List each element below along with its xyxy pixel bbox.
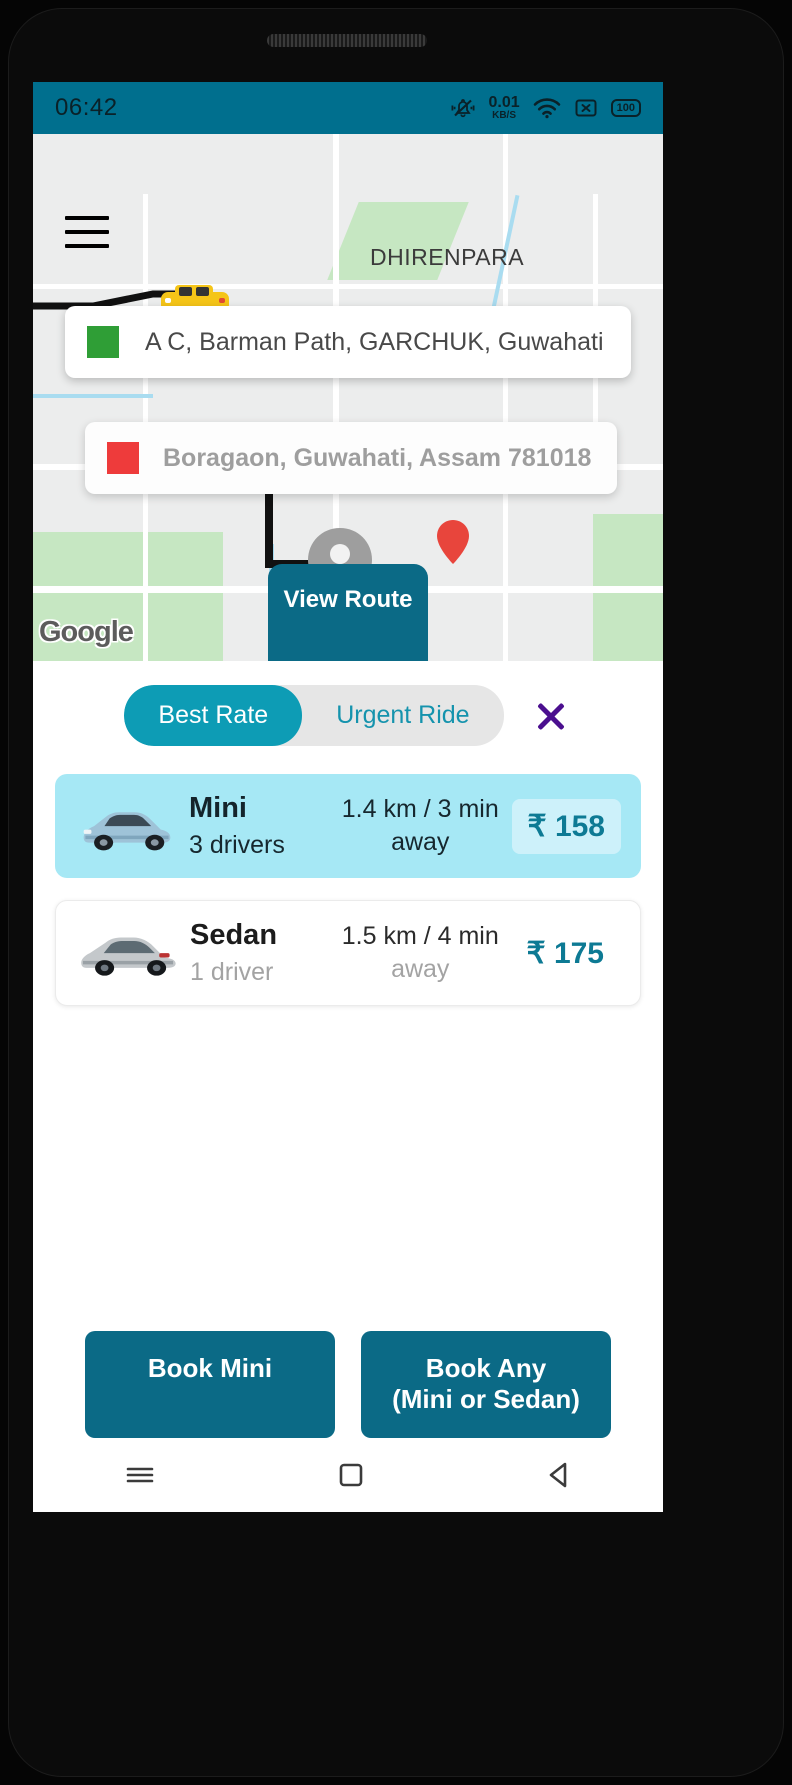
booking-actions-row: Book Mini Book Any (Mini or Sedan)	[33, 1330, 663, 1438]
ride-name-column: Sedan 1 driver	[180, 919, 330, 987]
menu-button[interactable]	[65, 216, 109, 248]
pickup-address-card[interactable]: A C, Barman Path, GARCHUK, Guwahati	[65, 306, 631, 378]
map-road	[503, 134, 508, 661]
ride-eta-column: 1.5 km / 4 min away	[330, 922, 511, 984]
destination-marker-icon	[107, 442, 139, 474]
ride-price: ₹ 175	[526, 936, 604, 970]
map-water	[33, 394, 153, 398]
ride-options-list: Mini 3 drivers 1.4 km / 3 min away ₹ 158	[33, 746, 663, 1006]
ride-driver-count: 1 driver	[190, 958, 274, 986]
hamburger-bar	[65, 230, 109, 234]
map-area[interactable]: DHIRENPARA GARCHUK A C, Bar	[33, 134, 663, 661]
rate-mode-toggle: Best Rate Urgent Ride	[124, 685, 504, 746]
book-any-label-line1: Book Any	[425, 1352, 547, 1383]
destination-address-text: Boragaon, Guwahati, Assam 781018	[163, 444, 592, 472]
tab-best-rate[interactable]: Best Rate	[124, 685, 303, 746]
silent-bell-icon	[451, 99, 474, 118]
ride-price: ₹ 158	[511, 798, 621, 854]
ride-name: Sedan	[190, 919, 278, 951]
google-attribution-logo: Google	[39, 616, 134, 648]
ride-option-sedan[interactable]: Sedan 1 driver 1.5 km / 4 min away ₹ 175	[55, 900, 641, 1006]
destination-pin-icon	[437, 520, 469, 564]
view-route-button[interactable]: View Route	[268, 564, 428, 661]
hamburger-bar	[65, 244, 109, 248]
map-road	[33, 284, 663, 289]
ride-eta: 1.5 km / 4 min	[341, 922, 499, 950]
ride-eta: 1.4 km / 3 min	[341, 795, 499, 823]
hamburger-bar	[65, 216, 109, 220]
phone-screen: 06:42 0.01 KB/S 100 DHIRENPARA A C, Barm…	[33, 82, 663, 1512]
status-time: 06:42	[55, 94, 118, 121]
wifi-icon	[533, 98, 560, 119]
ride-name: Mini	[189, 792, 247, 824]
destination-address-card[interactable]: Boragaon, Guwahati, Assam 781018	[85, 422, 617, 494]
book-any-button[interactable]: Book Any (Mini or Sedan)	[361, 1330, 611, 1438]
ride-eta-suffix: away	[391, 955, 450, 983]
phone-frame: 06:42 0.01 KB/S 100 DHIRENPARA A C, Barm…	[0, 0, 792, 1785]
book-mini-button[interactable]: Book Mini	[85, 1330, 335, 1438]
home-icon[interactable]	[334, 1458, 368, 1492]
network-speed-indicator: 0.01 KB/S	[489, 95, 520, 121]
map-label-dhirenpara: DHIRENPARA	[370, 244, 525, 270]
speaker-grill	[267, 34, 427, 47]
recents-icon[interactable]	[120, 1460, 160, 1490]
book-any-label-line2: (Mini or Sedan)	[392, 1384, 580, 1415]
ride-options-sheet: Best Rate Urgent Ride Mini 3 drivers 1.4…	[33, 661, 663, 1512]
blue-hatchback-car-icon	[83, 812, 171, 851]
close-icon[interactable]	[530, 695, 572, 737]
ride-eta-suffix: away	[391, 828, 450, 856]
android-nav-bar	[33, 1438, 663, 1512]
ride-eta-column: 1.4 km / 3 min away	[329, 795, 512, 857]
pickup-address-text: A C, Barman Path, GARCHUK, Guwahati	[145, 328, 604, 356]
status-icons: 0.01 KB/S 100	[450, 95, 641, 121]
tab-urgent-ride[interactable]: Urgent Ride	[302, 685, 503, 746]
pickup-marker-icon	[87, 326, 119, 358]
back-icon[interactable]	[542, 1458, 576, 1492]
silver-sedan-car-icon	[81, 937, 176, 976]
x-box-icon	[575, 99, 597, 117]
ride-driver-count: 3 drivers	[189, 831, 285, 859]
status-bar: 06:42 0.01 KB/S 100	[33, 82, 663, 134]
book-mini-label: Book Mini	[147, 1352, 273, 1383]
network-speed-value: 0.01	[488, 94, 520, 111]
battery-icon: 100	[610, 99, 641, 117]
mode-selector-row: Best Rate Urgent Ride	[33, 685, 663, 746]
ride-option-mini[interactable]: Mini 3 drivers 1.4 km / 3 min away ₹ 158	[55, 774, 641, 878]
ride-name-column: Mini 3 drivers	[179, 792, 329, 860]
network-speed-unit: KB/S	[492, 110, 517, 121]
